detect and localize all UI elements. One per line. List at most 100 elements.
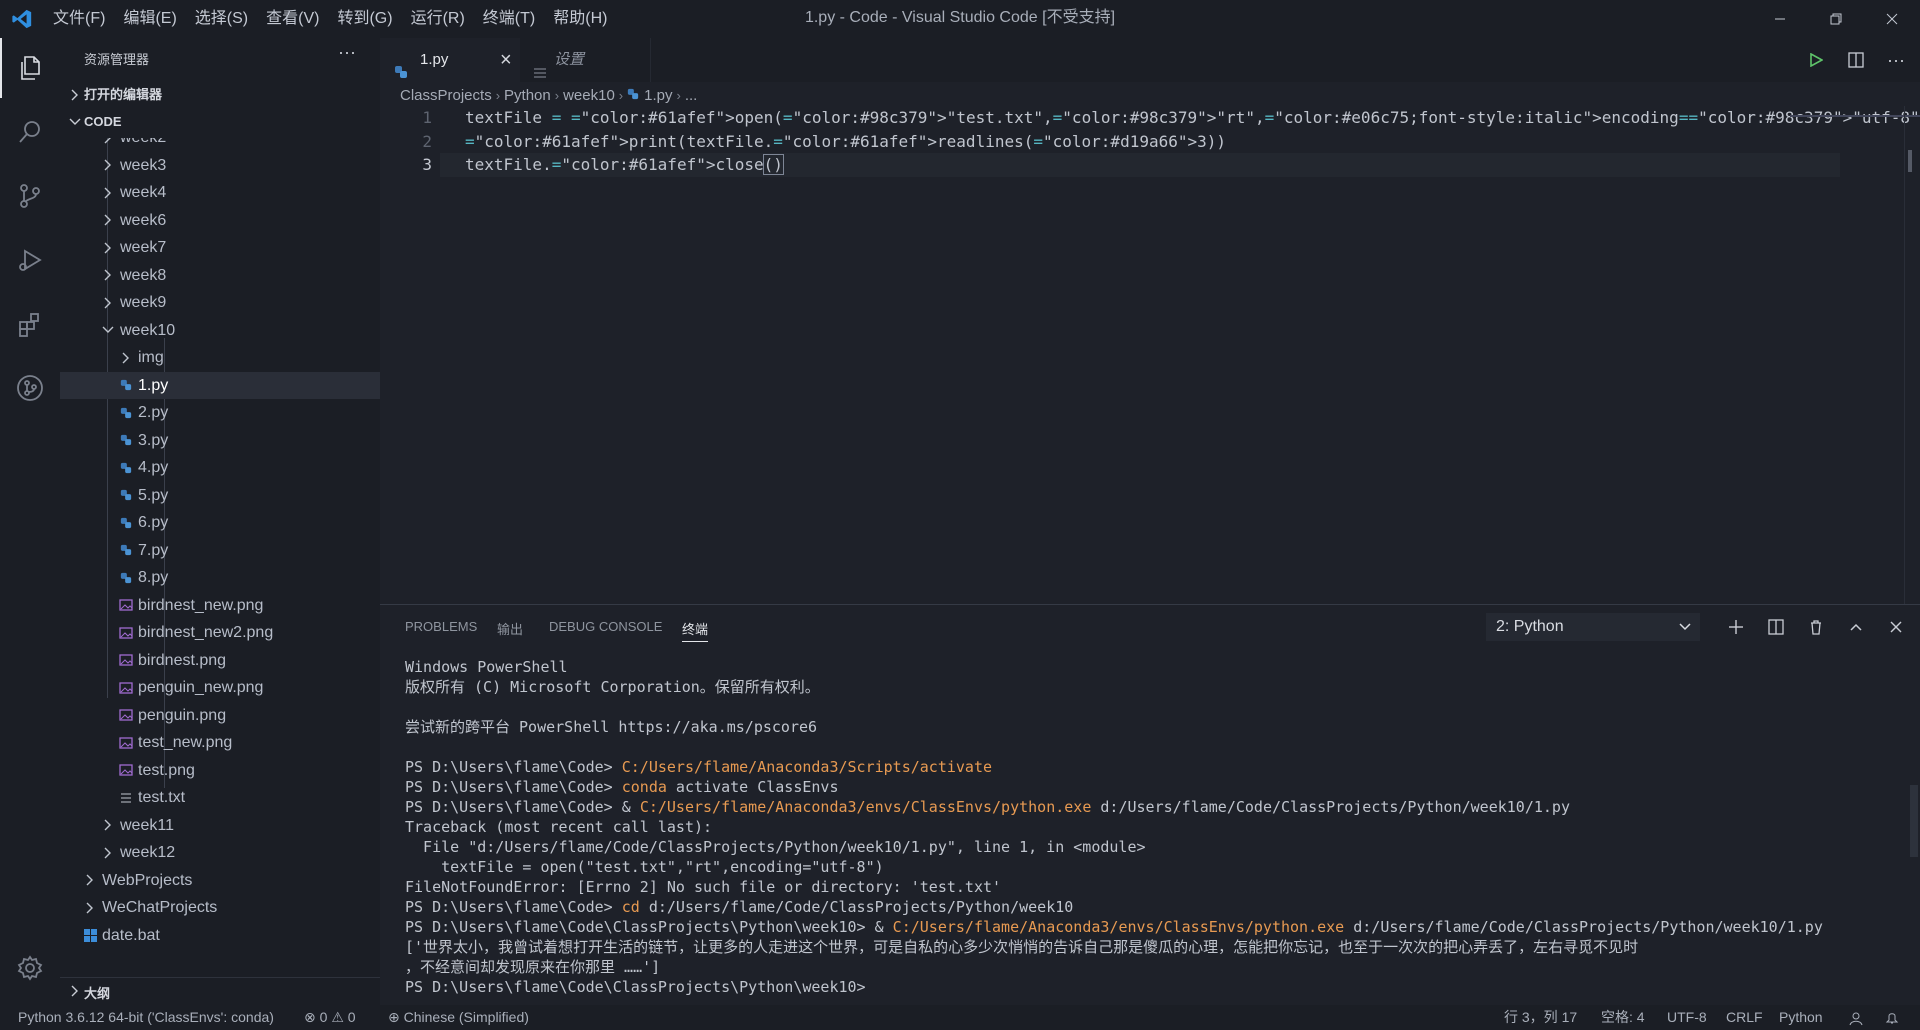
tree-item[interactable]: test_new.png (60, 729, 380, 757)
python-file-icon (118, 454, 134, 482)
tree-item[interactable]: week10 (60, 317, 380, 345)
tree-item[interactable]: WebProjects (60, 867, 380, 895)
python-file-icon (627, 87, 639, 104)
python-file-icon (118, 399, 134, 427)
tree-item[interactable]: week6 (60, 207, 380, 235)
tree-item-label: birdnest_new.png (138, 596, 264, 614)
tree-item[interactable]: 2.py (60, 399, 380, 427)
code-line[interactable]: textFile = ="color:#61afef">open(="color… (465, 106, 1920, 130)
tree-item[interactable]: week7 (60, 234, 380, 262)
extensions-icon[interactable] (0, 294, 60, 354)
more-actions-icon[interactable]: ··· (1882, 46, 1910, 74)
explorer-icon[interactable] (0, 38, 60, 98)
tree-item[interactable]: week8 (60, 262, 380, 290)
menu-item[interactable]: 转到(G) (328, 0, 401, 38)
tree-item[interactable]: week11 (60, 812, 380, 840)
tab-1-py[interactable]: 1.py × (380, 38, 520, 82)
tree-item[interactable]: img (60, 344, 380, 372)
breadcrumb-item[interactable]: week10 (563, 87, 615, 104)
tree-item[interactable]: birdnest.png (60, 647, 380, 675)
close-panel-icon[interactable] (1882, 613, 1910, 641)
trash-icon[interactable] (1802, 613, 1830, 641)
image-file-icon (118, 619, 134, 647)
tab-terminal[interactable]: 终端 (682, 619, 709, 642)
new-terminal-icon[interactable] (1722, 613, 1750, 641)
feedback-icon[interactable] (1848, 1005, 1864, 1030)
tree-item[interactable]: week12 (60, 839, 380, 867)
python-interpreter[interactable]: Python 3.6.12 64-bit ('ClassEnvs': conda… (18, 1005, 274, 1030)
menu-item[interactable]: 选择(S) (186, 0, 257, 38)
code-line[interactable]: ="color:#61afef">print(textFile.="color:… (465, 130, 1226, 154)
tree-item[interactable]: WeChatProjects (60, 894, 380, 922)
tree-item[interactable]: 7.py (60, 537, 380, 565)
split-terminal-icon[interactable] (1762, 613, 1790, 641)
end-of-line[interactable]: CRLF (1726, 1005, 1763, 1030)
more-actions-icon[interactable]: ··· (338, 42, 356, 63)
problems-status[interactable]: ⊗ 0 ⚠ 0 (304, 1005, 356, 1030)
tree-item[interactable]: test.txt (60, 784, 380, 812)
tree-item[interactable]: 3.py (60, 427, 380, 455)
git-graph-icon[interactable] (0, 358, 60, 418)
terminal-select[interactable]: 2: Python (1486, 613, 1700, 641)
minimize-icon[interactable] (1752, 0, 1808, 38)
tab-settings[interactable]: 设置 (520, 38, 651, 82)
menu-item[interactable]: 帮助(H) (544, 0, 616, 38)
code-line[interactable]: textFile.="color:#61afef">close() (465, 153, 784, 177)
run-python-file-icon[interactable] (1802, 46, 1830, 74)
menu-item[interactable]: 文件(F) (44, 0, 114, 38)
tree-item[interactable]: 1.py (60, 371, 380, 399)
tree-item[interactable]: 5.py (60, 482, 380, 510)
menu-item[interactable]: 终端(T) (474, 0, 544, 38)
settings-gear-icon[interactable] (0, 938, 60, 998)
menu-item[interactable]: 查看(V) (257, 0, 328, 38)
notifications-bell-icon[interactable] (1884, 1005, 1900, 1030)
tree-item[interactable]: penguin_new.png (60, 674, 380, 702)
tree-item-label: birdnest_new2.png (138, 624, 274, 641)
tab-output[interactable]: 输出 (497, 619, 523, 638)
language-pack[interactable]: ⊕ Chinese (Simplified) (388, 1005, 529, 1030)
run-debug-icon[interactable] (0, 230, 60, 290)
tree-item[interactable]: 8.py (60, 564, 380, 592)
tree-item[interactable]: 6.py (60, 509, 380, 537)
encoding[interactable]: UTF-8 (1667, 1005, 1707, 1030)
breadcrumb-item[interactable]: 1.py (644, 87, 672, 104)
restore-icon[interactable] (1808, 0, 1864, 38)
tree-item[interactable]: week9 (60, 289, 380, 317)
open-editors-section[interactable]: 打开的编辑器 (60, 82, 380, 108)
editor-scrollbar[interactable] (1904, 106, 1919, 604)
close-window-icon[interactable] (1864, 0, 1920, 38)
breadcrumb-item[interactable]: ... (685, 87, 698, 104)
outline-section[interactable]: 大纲 (60, 977, 380, 1006)
minimap[interactable] (1790, 115, 1920, 117)
menu-item[interactable]: 编辑(E) (114, 0, 185, 38)
code-editor[interactable]: 1 2 3 textFile = ="color:#61afef">open(=… (380, 106, 1920, 604)
menu-item[interactable]: 运行(R) (402, 0, 474, 38)
search-icon[interactable] (0, 102, 60, 162)
maximize-panel-icon[interactable] (1842, 613, 1870, 641)
breadcrumb-item[interactable]: ClassProjects (400, 87, 492, 104)
breadcrumb-item[interactable]: Python (504, 87, 551, 104)
terminal-line: Windows PowerShell (405, 658, 568, 676)
tab-debug-console[interactable]: DEBUG CONSOLE (549, 619, 662, 634)
tree-item[interactable]: week3 (60, 152, 380, 180)
tree-item[interactable]: date.bat (60, 922, 380, 950)
terminal-output[interactable]: Windows PowerShell 版权所有 (C) Microsoft Cor… (405, 657, 1885, 997)
indentation[interactable]: 空格: 4 (1601, 1005, 1645, 1030)
tree-item[interactable]: test.png (60, 757, 380, 785)
tab-problems[interactable]: PROBLEMS (405, 619, 477, 634)
terminal-scrollbar[interactable] (1910, 785, 1918, 857)
cursor-position[interactable]: 行 3，列 17 (1504, 1005, 1577, 1030)
source-control-icon[interactable] (0, 166, 60, 226)
tree-item[interactable]: week4 (60, 179, 380, 207)
workspace-section[interactable]: CODE (60, 109, 380, 135)
tree-item[interactable]: birdnest_new.png (60, 592, 380, 620)
language-mode[interactable]: Python (1779, 1005, 1823, 1030)
image-file-icon (118, 757, 134, 785)
tree-item[interactable]: week2 (60, 138, 380, 152)
tree-item[interactable]: penguin.png (60, 702, 380, 730)
tree-item[interactable]: birdnest_new2.png (60, 619, 380, 647)
split-editor-icon[interactable] (1842, 46, 1870, 74)
close-tab-icon[interactable]: × (500, 38, 512, 82)
tree-item[interactable]: 4.py (60, 454, 380, 482)
tree-item-label: 3.py (138, 431, 169, 449)
